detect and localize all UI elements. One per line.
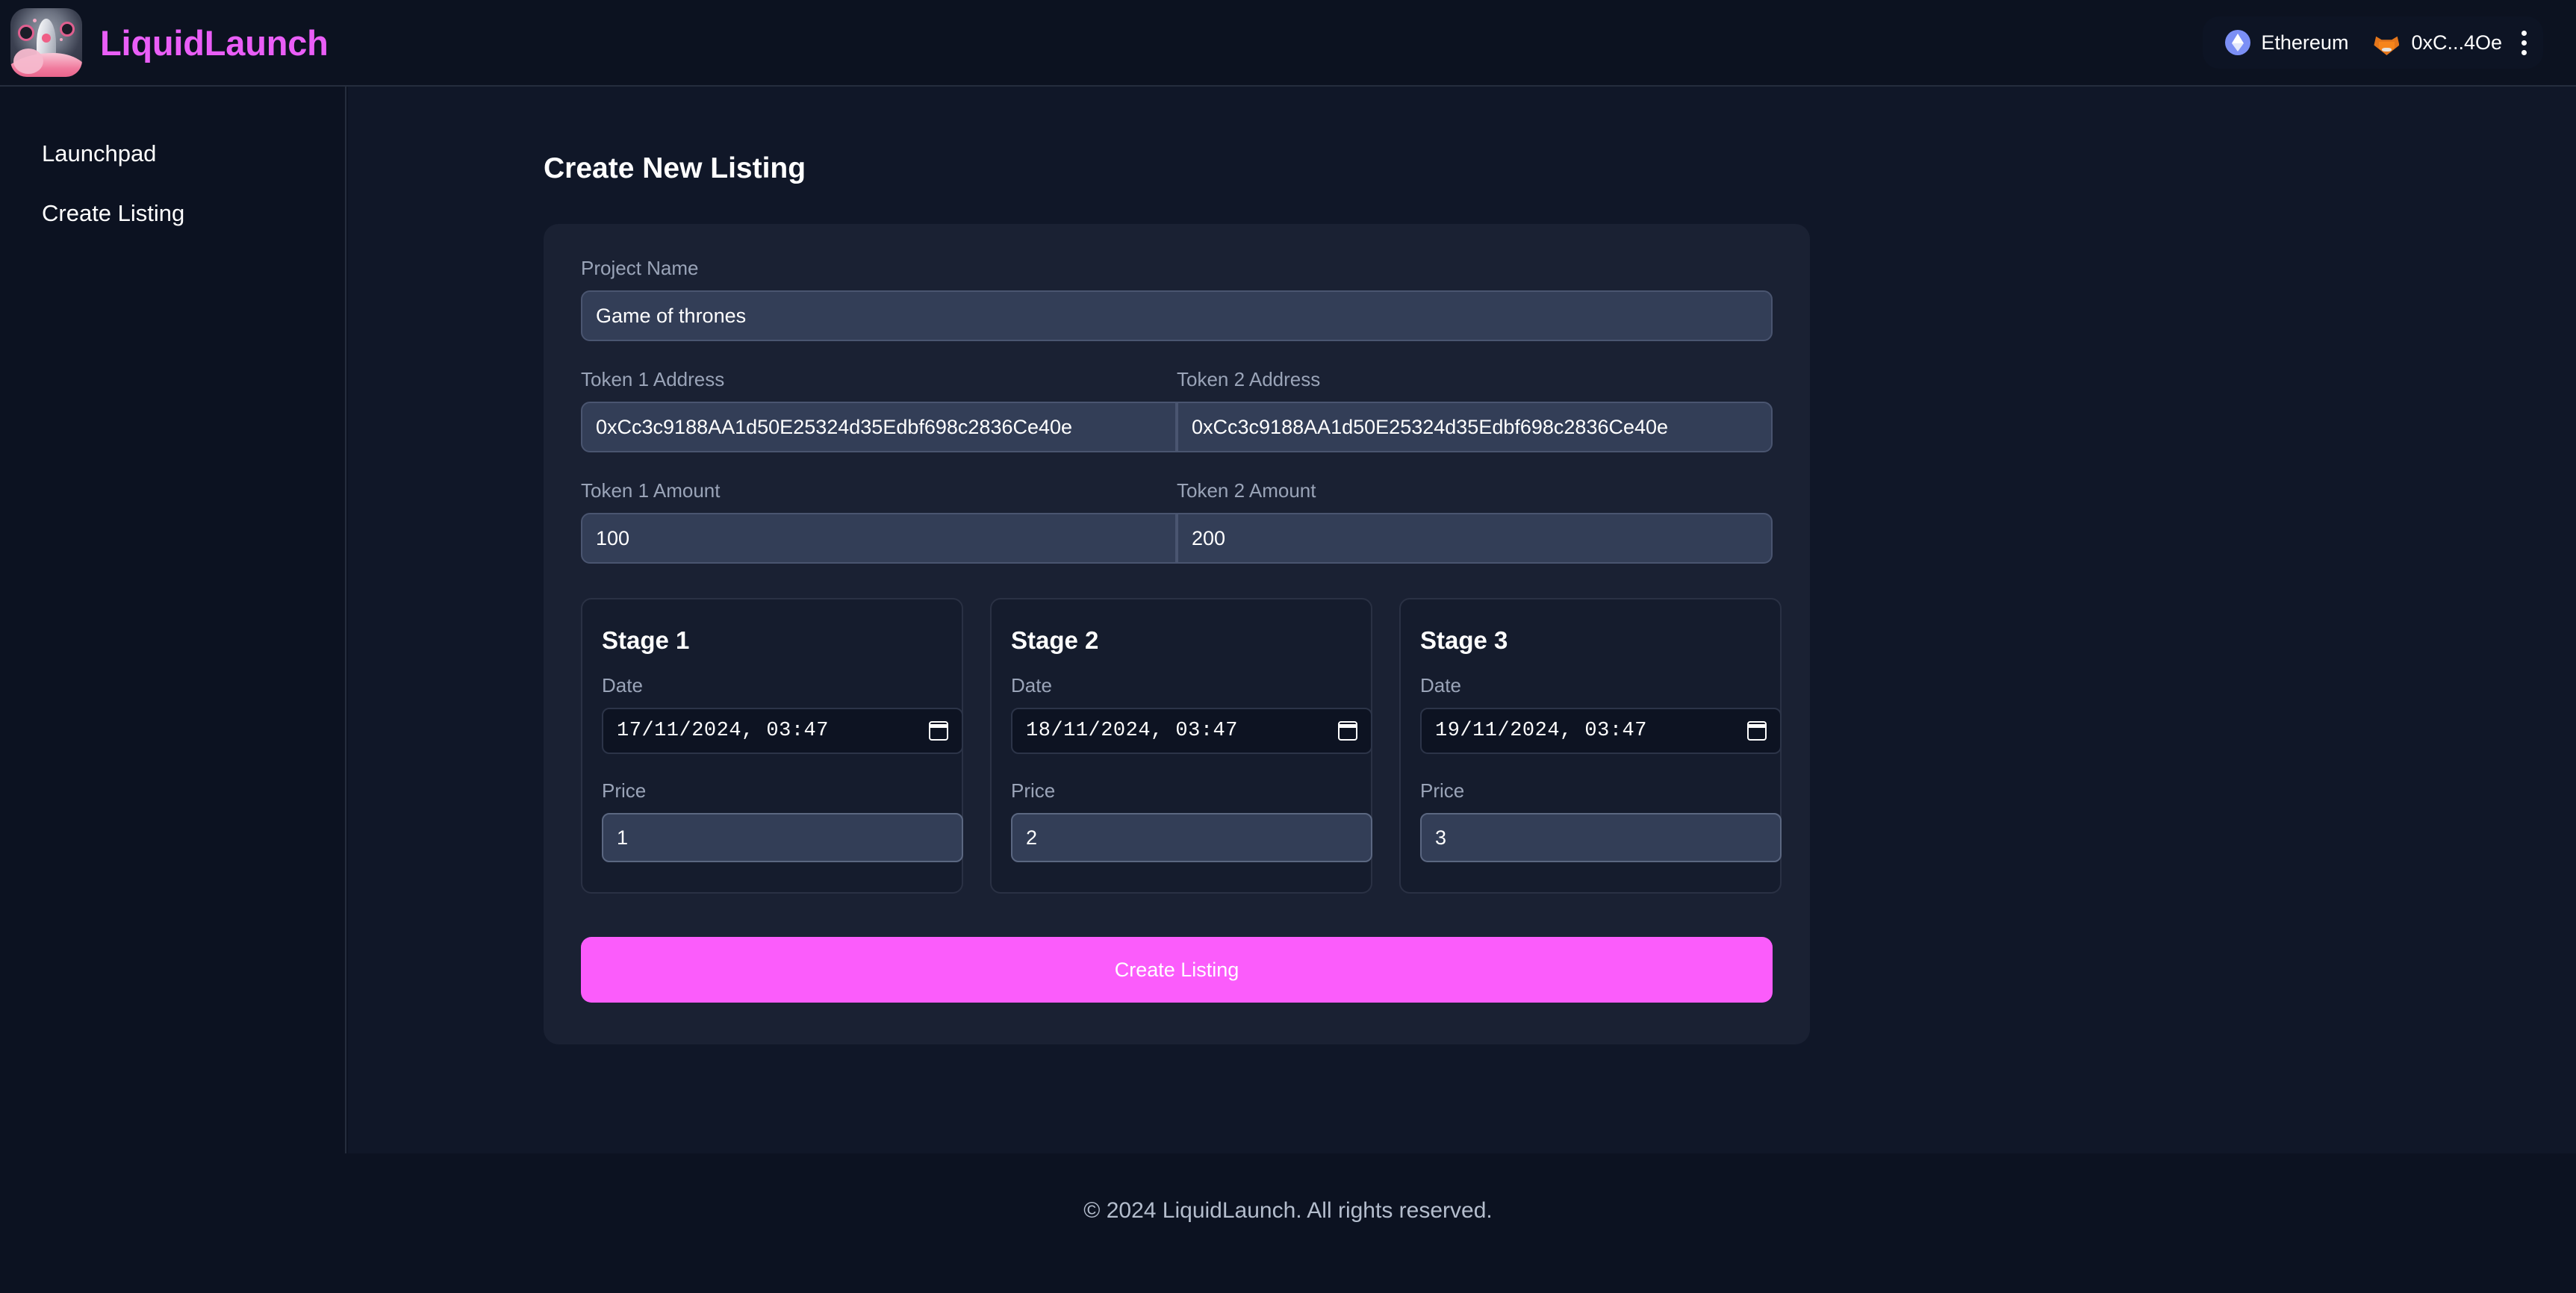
token2-amount-input[interactable] <box>1177 513 1773 564</box>
stage-card: Stage 3 Date 19/11/2024, 03:47 Price <box>1399 598 1782 894</box>
stage-date-label: Date <box>1420 674 1461 697</box>
account-button[interactable]: 0xC...4Oe <box>2360 24 2514 61</box>
wallet-bar: Ethereum 0xC...4Oe <box>2203 16 2543 69</box>
stage-card: Stage 1 Date 17/11/2024, 03:47 Price <box>581 598 963 894</box>
sidebar-item-launchpad[interactable]: Launchpad <box>0 124 345 184</box>
sidebar-item-create-listing[interactable]: Create Listing <box>0 184 345 243</box>
rocket-liquid-logo-icon <box>10 8 82 77</box>
page-title: Create New Listing <box>544 152 806 184</box>
brand-name: LiquidLaunch <box>100 22 329 63</box>
stage-price-label: Price <box>1011 779 1056 802</box>
chain-label: Ethereum <box>2261 31 2349 54</box>
stage-date-value: 17/11/2024, 03:47 <box>617 720 829 742</box>
token1-amount-field-block: Token 1 Amount <box>581 479 1177 564</box>
metamask-fox-icon <box>2372 30 2401 55</box>
stage-title: Stage 3 <box>1420 626 1508 654</box>
stage-date-input[interactable]: 19/11/2024, 03:47 <box>1420 708 1782 754</box>
stage-date-input[interactable]: 17/11/2024, 03:47 <box>602 708 963 754</box>
app-footer: © 2024 LiquidLaunch. All rights reserved… <box>0 1155 2576 1293</box>
kebab-menu-icon[interactable] <box>2514 26 2539 60</box>
account-address: 0xC...4Oe <box>2411 31 2502 54</box>
project-name-field-block: Project Name <box>581 257 1773 341</box>
token2-amount-label: Token 2 Amount <box>1177 479 1316 502</box>
token1-address-label: Token 1 Address <box>581 368 725 390</box>
project-name-label: Project Name <box>581 257 699 279</box>
stage-date-value: 19/11/2024, 03:47 <box>1435 720 1647 742</box>
copyright-text: © 2024 LiquidLaunch. All rights reserved… <box>1083 1198 1493 1223</box>
token2-amount-field-block: Token 2 Amount <box>1177 479 1773 564</box>
token1-amount-label: Token 1 Amount <box>581 479 721 502</box>
create-listing-form: Project Name Token 1 Address Token 2 Add… <box>544 224 1810 1044</box>
stage-price-label: Price <box>1420 779 1465 802</box>
project-name-input[interactable] <box>581 290 1773 341</box>
calendar-icon[interactable] <box>928 721 948 741</box>
stage-card: Stage 2 Date 18/11/2024, 03:47 Price <box>990 598 1372 894</box>
calendar-icon[interactable] <box>1337 721 1357 741</box>
main-content: Create New Listing Project Name Token 1 … <box>348 87 2576 1153</box>
create-listing-button[interactable]: Create Listing <box>581 937 1773 1003</box>
brand[interactable]: LiquidLaunch <box>0 8 329 77</box>
stage-price-label: Price <box>602 779 647 802</box>
stage-date-label: Date <box>602 674 643 697</box>
token1-amount-input[interactable] <box>581 513 1177 564</box>
token-address-row: Token 1 Address Token 2 Address <box>581 368 1773 452</box>
stages-container: Stage 1 Date 17/11/2024, 03:47 Price Sta… <box>581 598 1782 894</box>
app-header: LiquidLaunch Ethereum 0xC...4Oe <box>0 0 2576 87</box>
stage-title: Stage 2 <box>1011 626 1099 654</box>
stage-date-label: Date <box>1011 674 1052 697</box>
token1-address-input[interactable] <box>581 402 1177 452</box>
sidebar: Launchpad Create Listing <box>0 87 346 1153</box>
token1-address-field-block: Token 1 Address <box>581 368 1177 452</box>
stage-price-input[interactable] <box>1011 813 1372 862</box>
stage-title: Stage 1 <box>602 626 690 654</box>
token2-address-field-block: Token 2 Address <box>1177 368 1773 452</box>
calendar-icon[interactable] <box>1746 721 1767 741</box>
token2-address-input[interactable] <box>1177 402 1773 452</box>
stage-date-input[interactable]: 18/11/2024, 03:47 <box>1011 708 1372 754</box>
ethereum-icon <box>2225 30 2251 55</box>
token-amount-row: Token 1 Amount Token 2 Amount <box>581 479 1773 564</box>
stage-date-value: 18/11/2024, 03:47 <box>1026 720 1238 742</box>
token2-address-label: Token 2 Address <box>1177 368 1321 390</box>
chain-selector[interactable]: Ethereum <box>2213 24 2360 61</box>
stage-price-input[interactable] <box>1420 813 1782 862</box>
stage-price-input[interactable] <box>602 813 963 862</box>
